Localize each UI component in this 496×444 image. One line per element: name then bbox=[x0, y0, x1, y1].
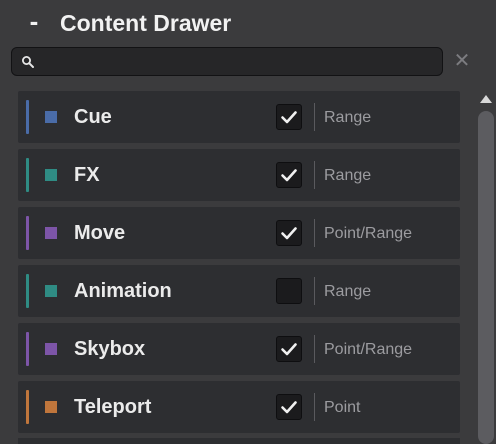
list-item[interactable]: Animation Range bbox=[18, 265, 460, 317]
divider bbox=[314, 393, 315, 421]
clear-search-button[interactable]: ✕ bbox=[452, 50, 472, 72]
list-item[interactable]: Skybox Point/Range bbox=[18, 323, 460, 375]
enabled-checkbox[interactable] bbox=[276, 394, 302, 420]
list-item[interactable]: Move Point/Range bbox=[18, 207, 460, 259]
enabled-checkbox[interactable] bbox=[276, 220, 302, 246]
item-label: Cue bbox=[74, 106, 112, 128]
color-swatch-icon bbox=[45, 111, 57, 123]
divider bbox=[314, 277, 315, 305]
list-item[interactable]: FX Range bbox=[18, 149, 460, 201]
category-bar bbox=[26, 390, 29, 424]
item-type: Point bbox=[324, 399, 361, 416]
drawer-header: - Content Drawer bbox=[0, 0, 496, 46]
category-bar bbox=[26, 158, 29, 192]
list-item-partial bbox=[18, 438, 460, 444]
check-icon bbox=[281, 401, 297, 414]
check-icon bbox=[281, 111, 297, 124]
divider bbox=[314, 219, 315, 247]
arrow-up-icon[interactable] bbox=[480, 95, 492, 103]
item-type: Point/Range bbox=[324, 225, 413, 242]
check-icon bbox=[281, 343, 297, 356]
item-label: Animation bbox=[74, 280, 172, 302]
item-type: Point/Range bbox=[324, 341, 413, 358]
color-swatch-icon bbox=[45, 285, 57, 297]
item-type: Range bbox=[324, 283, 372, 300]
item-label: Move bbox=[74, 222, 126, 244]
enabled-checkbox[interactable] bbox=[276, 278, 302, 304]
drawer-title: Content Drawer bbox=[60, 10, 232, 36]
search-icon bbox=[20, 54, 36, 70]
check-icon bbox=[281, 227, 297, 240]
enabled-checkbox[interactable] bbox=[276, 336, 302, 362]
scroll-thumb[interactable] bbox=[478, 111, 494, 444]
color-swatch-icon bbox=[45, 227, 57, 239]
category-bar bbox=[26, 332, 29, 366]
list-item[interactable]: Cue Range bbox=[18, 91, 460, 143]
color-swatch-icon bbox=[45, 343, 57, 355]
item-type: Range bbox=[324, 167, 372, 184]
color-swatch-icon bbox=[45, 169, 57, 181]
category-bar bbox=[26, 100, 29, 134]
color-swatch-icon bbox=[45, 401, 57, 413]
close-icon: ✕ bbox=[453, 50, 471, 72]
category-bar bbox=[26, 216, 29, 250]
collapse-button[interactable]: - bbox=[24, 6, 44, 36]
category-bar bbox=[26, 274, 29, 308]
search-input[interactable] bbox=[42, 51, 432, 72]
divider bbox=[314, 103, 315, 131]
search-bar bbox=[11, 47, 443, 76]
check-icon bbox=[281, 169, 297, 182]
item-label: FX bbox=[74, 164, 100, 186]
item-label: Skybox bbox=[74, 338, 146, 360]
divider bbox=[314, 161, 315, 189]
enabled-checkbox[interactable] bbox=[276, 162, 302, 188]
scrollbar[interactable] bbox=[474, 87, 496, 444]
enabled-checkbox[interactable] bbox=[276, 104, 302, 130]
item-label: Teleport bbox=[74, 396, 152, 418]
divider bbox=[314, 335, 315, 363]
content-list: Cue Range FX Range Move Point/Range Animation R… bbox=[18, 87, 462, 444]
content-drawer-panel: - Content Drawer ✕ Cue Range FX Range Move Po… bbox=[0, 0, 496, 444]
item-type: Range bbox=[324, 109, 372, 126]
list-item[interactable]: Teleport Point bbox=[18, 381, 460, 433]
